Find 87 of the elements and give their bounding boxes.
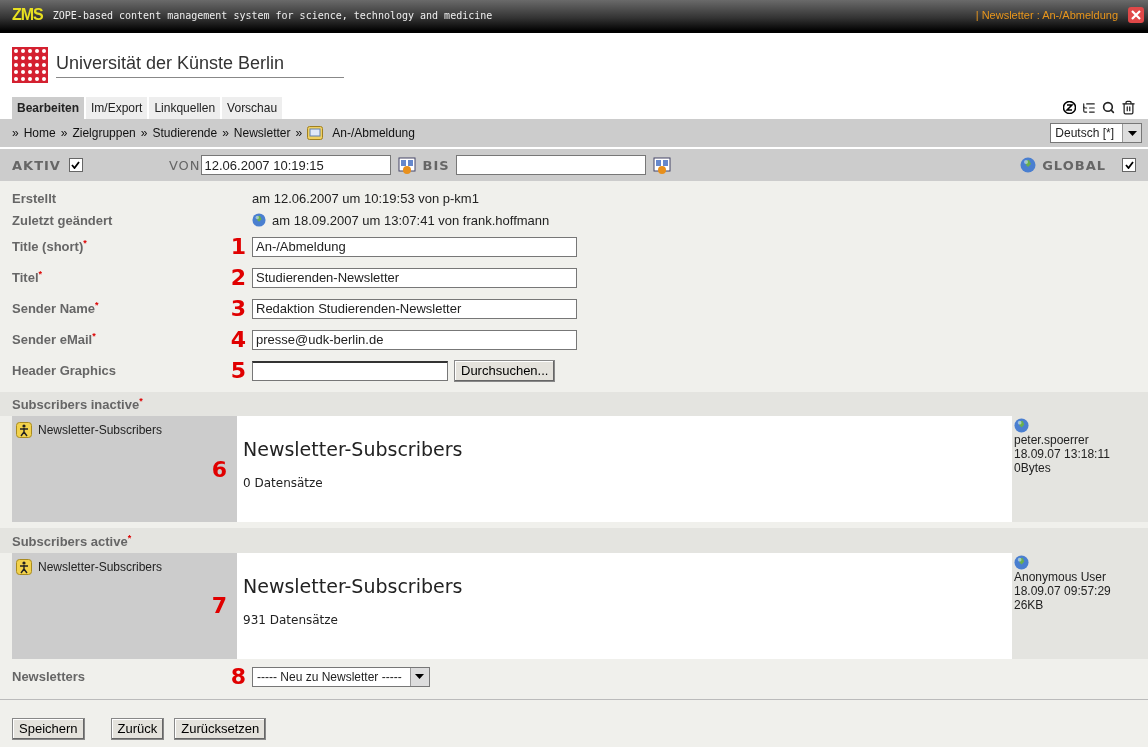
form-button[interactable]: Zurück xyxy=(110,717,165,740)
tab[interactable]: Vorschau xyxy=(222,97,283,119)
tree-icon[interactable] xyxy=(1082,100,1096,115)
object-link[interactable]: Newsletter-Subscribers xyxy=(38,559,163,574)
breadcrumb-separator: » xyxy=(12,126,19,140)
field-label: Titel$^{*}$ xyxy=(12,269,43,286)
breadcrumb-link[interactable]: Newsletter xyxy=(233,126,291,140)
text-field[interactable]: presse@udk-berlin.de xyxy=(252,329,577,350)
globe-icon xyxy=(1020,157,1037,173)
object-info-text: 18.09.07 09:57:29 xyxy=(1014,583,1112,598)
form-button[interactable]: Zurücksetzen xyxy=(174,717,267,740)
field-label: Title (short)$^{*}$ xyxy=(12,238,88,255)
zms-logo: ZMS xyxy=(12,6,43,24)
breadcrumb-link[interactable]: Studierende xyxy=(152,126,218,140)
breadcrumb-separator: » xyxy=(295,126,303,140)
object-info-text: 0Bytes xyxy=(1014,461,1052,476)
person-icon xyxy=(16,422,32,439)
file-path-field[interactable] xyxy=(252,360,448,381)
meta-value: am 12.06.2007 um 10:19:53 von p-km1 xyxy=(252,190,479,206)
tab[interactable]: Bearbeiten xyxy=(12,97,85,119)
field-label: Sender Name$^{*}$ xyxy=(12,300,100,317)
field-label: Erstellt xyxy=(12,190,58,206)
tab[interactable]: Linkquellen xyxy=(149,97,221,119)
section-title: Subscribers inactive$^{*}$ xyxy=(12,397,143,413)
form-button[interactable]: Speichern xyxy=(12,717,85,740)
breadcrumb-separator: » xyxy=(140,126,148,140)
tick-icon xyxy=(71,161,81,169)
object-link[interactable]: Newsletter-Subscribers xyxy=(38,423,163,438)
object-info-text: peter.spoerrer xyxy=(1014,433,1090,448)
globe-icon xyxy=(252,213,266,227)
annotation-number: 5 xyxy=(229,358,247,383)
annotation-number: 6 xyxy=(210,456,228,482)
object-info-text: 26KB xyxy=(1014,597,1045,612)
browse-button[interactable]: Durchsuchen... xyxy=(454,359,556,382)
annotation-number: 8 xyxy=(229,664,247,690)
caret-icon xyxy=(415,674,425,680)
search-icon[interactable] xyxy=(1102,101,1115,114)
aktiv-label: AKTIV xyxy=(12,157,61,173)
annotation-number: 1 xyxy=(229,234,247,259)
globe-icon xyxy=(1014,418,1029,434)
field-label: Zuletzt geändert xyxy=(12,212,114,228)
language-select[interactable]: Deutsch [*] xyxy=(1050,123,1142,143)
record-count: 0 Datensätze xyxy=(243,476,324,491)
aktiv-checkbox[interactable] xyxy=(68,158,83,172)
global-checkbox[interactable] xyxy=(1122,158,1136,172)
record-count: 931 Datensätze xyxy=(243,612,339,627)
field-label: Header Graphics xyxy=(12,363,118,378)
context-title: | Newsletter : An-/Abmeldung xyxy=(975,9,1118,21)
section-title: Subscribers active$^{*}$ xyxy=(12,533,132,549)
von-date-field[interactable]: 12.06.2007 10:19:15 xyxy=(200,155,391,175)
tagline: ZOPE-based content management system for science, technology and medicine xyxy=(52,9,494,21)
annotation-number: 2 xyxy=(229,265,247,290)
text-field[interactable]: An-/Abmeldung xyxy=(252,236,577,257)
page-icon xyxy=(307,125,324,141)
caret-icon xyxy=(1127,130,1137,136)
object-heading: Newsletter-Subscribers xyxy=(243,438,464,461)
bis-label: BIS xyxy=(422,157,450,173)
field-label: Newsletters xyxy=(12,669,86,685)
university-name: Universität der Künste Berlin xyxy=(56,52,345,78)
newsletter-select[interactable]: ----- Neu zu Newsletter ----- xyxy=(252,666,430,687)
annotation-number: 3 xyxy=(229,296,247,321)
field-label: Sender eMail$^{*}$ xyxy=(12,331,97,348)
meta-value: am 18.09.2007 um 13:07:41 von frank.hoffmann xyxy=(272,212,550,228)
calendar-icon[interactable] xyxy=(396,155,417,175)
breadcrumb-link[interactable]: Home xyxy=(23,126,56,140)
annotation-number: 4 xyxy=(229,327,247,352)
breadcrumb-separator: » xyxy=(222,126,229,140)
tick-icon xyxy=(1124,161,1134,169)
bis-date-field[interactable] xyxy=(455,155,646,175)
breadcrumb-separator: » xyxy=(60,126,68,140)
person-icon xyxy=(16,558,32,575)
von-label: VON xyxy=(168,157,201,173)
object-info-text: 18.09.07 13:18:11 xyxy=(1014,447,1111,462)
annotation-number: 7 xyxy=(210,593,228,619)
global-label: GLOBAL xyxy=(1042,157,1106,173)
breadcrumb-link[interactable]: Zielgruppen xyxy=(72,126,136,140)
close-icon[interactable] xyxy=(1128,7,1144,23)
breadcrumb-current: An-/Abmeldung xyxy=(332,126,415,140)
globe-icon xyxy=(1014,554,1029,570)
object-heading: Newsletter-Subscribers xyxy=(243,574,464,597)
calendar-icon[interactable] xyxy=(651,155,672,175)
text-field[interactable]: Studierenden-Newsletter xyxy=(252,267,577,288)
university-logo xyxy=(12,47,48,83)
trash-icon[interactable] xyxy=(1121,100,1136,115)
text-field[interactable]: Redaktion Studierenden-Newsletter xyxy=(252,298,577,319)
object-info-text: Anonymous User xyxy=(1014,569,1108,584)
tab[interactable]: Im/Export xyxy=(86,97,148,119)
